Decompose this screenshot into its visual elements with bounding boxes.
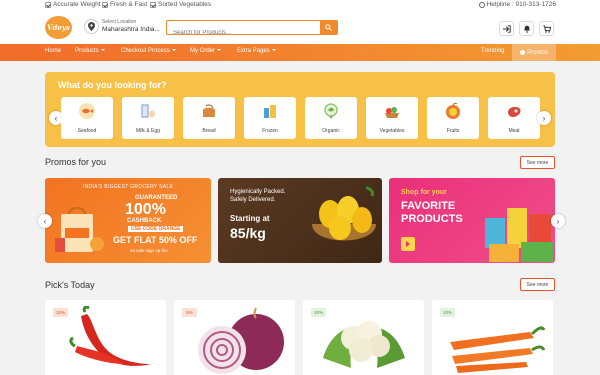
category-frozen[interactable]: Frozen [244, 97, 296, 139]
grocery-bag-icon [55, 207, 104, 252]
search-bar [166, 20, 338, 40]
check-icon [45, 1, 51, 8]
product-card-carrot[interactable]: 10% [432, 300, 553, 375]
category-milk-egg[interactable]: Milk & Egg [122, 97, 174, 139]
onion-image [198, 307, 284, 374]
nav-my-order[interactable]: My Order [190, 48, 222, 54]
chevron-down-icon [100, 49, 105, 52]
nav-extra-pages[interactable]: Extra Pages [237, 48, 276, 54]
promo-banner-mangoes[interactable]: Hygienically Packed. Safely Delivered. S… [218, 178, 382, 263]
check-icon [150, 1, 156, 8]
help-icon [478, 1, 485, 8]
header: Vdeys Select Location Maharashtra India.… [0, 11, 600, 44]
location-selector[interactable]: Select Location Maharashtra India... [102, 19, 162, 34]
chevron-down-icon [271, 49, 276, 52]
meat-icon [508, 106, 521, 117]
picks-see-more-button[interactable]: See more [520, 278, 555, 291]
chevron-down-icon [217, 49, 222, 52]
grocery-products-image [485, 208, 553, 262]
arrow-right-icon[interactable] [401, 237, 415, 251]
red-chilli-image [69, 306, 151, 366]
login-icon[interactable] [499, 21, 514, 36]
cart-icon[interactable] [539, 21, 554, 36]
promo-prev-button[interactable]: ‹ [38, 214, 52, 228]
bread-icon [203, 104, 215, 117]
milk-egg-icon [141, 104, 155, 118]
location-pin-icon[interactable] [84, 19, 99, 34]
feature-accurate-weight: Accurate Weight [45, 1, 101, 8]
search-icon [325, 24, 332, 31]
category-fruits[interactable]: Fruits [427, 97, 479, 139]
category-title: What do you looking for? [58, 80, 167, 90]
feature-sorted-vegetables: Sorted Vegetables [150, 1, 211, 8]
top-info-bar: Accurate Weight Fresh & Fast Sorted Vege… [0, 0, 600, 11]
promo-next-button[interactable]: › [551, 214, 565, 228]
frozen-icon [264, 105, 276, 118]
picks-title: Pick's Today [45, 280, 95, 290]
search-button[interactable] [320, 21, 337, 34]
category-meat[interactable]: Meat [488, 97, 540, 139]
nav-checkout-process[interactable]: Checkout Process [121, 48, 176, 54]
logo[interactable]: Vdeys [45, 16, 72, 39]
organic-icon [324, 103, 338, 119]
promo-banner-favorite-products[interactable]: Shop for your FAVORITE PRODUCTS [389, 178, 555, 263]
category-bread[interactable]: Bread [183, 97, 235, 139]
location-value: Maharashtra India... [102, 26, 160, 33]
chevron-down-icon [171, 49, 176, 52]
search-input[interactable] [167, 26, 317, 40]
category-next-button[interactable]: › [537, 111, 551, 125]
feature-fresh-fast: Fresh & Fast [102, 1, 147, 8]
promos-title: Promos for you [45, 157, 107, 167]
mango-basket-image [312, 186, 376, 241]
seafood-icon [79, 103, 95, 119]
nav-promos[interactable]: Promos [512, 44, 556, 61]
helpline[interactable]: Helpline : 910-313-1726 [478, 1, 556, 8]
product-card-onion[interactable]: 5% [174, 300, 295, 375]
product-card-red-chilli[interactable]: 10% [45, 300, 166, 375]
fruits-icon [446, 102, 460, 119]
nav-trending[interactable]: Trending [481, 48, 504, 54]
carrot-image [450, 326, 546, 373]
category-section: What do you looking for? ‹ Seafood Milk … [45, 72, 555, 147]
promo-icon [520, 50, 526, 55]
product-card-cauliflower[interactable]: 10% [303, 300, 424, 375]
vegetables-icon [385, 107, 399, 118]
category-vegetables[interactable]: Vegetables [366, 97, 418, 139]
category-organic[interactable]: Organic [305, 97, 357, 139]
check-icon [102, 1, 108, 8]
cauliflower-image [323, 321, 405, 368]
nav-products[interactable]: Products [75, 48, 105, 54]
promo-banner-cashback[interactable]: INDIA'S BIGGEST GROCERY SALE GUARANTEED … [45, 178, 211, 263]
main-nav: Home Products Checkout Process My Order … [0, 44, 600, 61]
promos-see-more-button[interactable]: See more [520, 156, 555, 169]
nav-home[interactable]: Home [45, 48, 61, 54]
category-seafood[interactable]: Seafood [61, 97, 113, 139]
notification-icon[interactable] [519, 21, 534, 36]
